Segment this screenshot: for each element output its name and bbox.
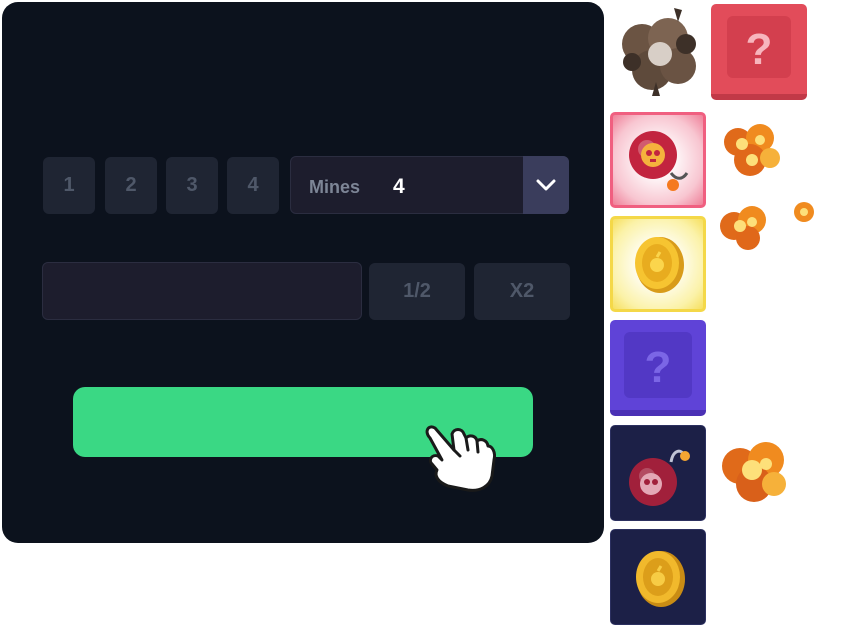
revealed-coin-tile — [610, 216, 706, 312]
chevron-down-icon — [536, 179, 556, 191]
mines-option-4[interactable]: 4 — [227, 157, 279, 214]
half-bet-button[interactable]: 1/2 — [369, 263, 465, 320]
smoke-cloud-icon — [622, 8, 696, 96]
tile-symbol: ? — [645, 343, 672, 392]
pointing-hand-icon — [425, 425, 496, 492]
bomb-tile-dark — [610, 425, 706, 521]
question-mark-icon: ? — [727, 16, 791, 78]
double-bet-button[interactable]: X2 — [474, 263, 570, 320]
explosion-icon — [724, 124, 780, 176]
bet-amount-input[interactable] — [42, 262, 362, 320]
bomb-icon — [629, 449, 690, 506]
mines-option-3[interactable]: 3 — [166, 157, 218, 214]
coin-icon — [636, 551, 685, 607]
hidden-tile-purple[interactable]: ? — [610, 320, 706, 416]
tile-symbol: ? — [746, 25, 773, 74]
mines-select[interactable]: Mines 4 — [290, 156, 569, 214]
explosion-icon — [720, 202, 814, 250]
revealed-bomb-tile — [610, 112, 706, 208]
mines-option-2[interactable]: 2 — [105, 157, 157, 214]
mines-dropdown-button[interactable] — [523, 156, 569, 214]
explosion-icon — [722, 442, 786, 502]
mines-select-value: 4 — [393, 175, 405, 198]
question-mark-icon: ? — [624, 332, 692, 398]
coin-tile-dark — [610, 529, 706, 625]
bomb-icon — [629, 131, 689, 191]
coin-icon — [635, 237, 684, 293]
hidden-tile-red[interactable]: ? — [711, 4, 807, 100]
mines-select-label: Mines — [309, 177, 361, 197]
mines-option-1[interactable]: 1 — [43, 157, 95, 214]
